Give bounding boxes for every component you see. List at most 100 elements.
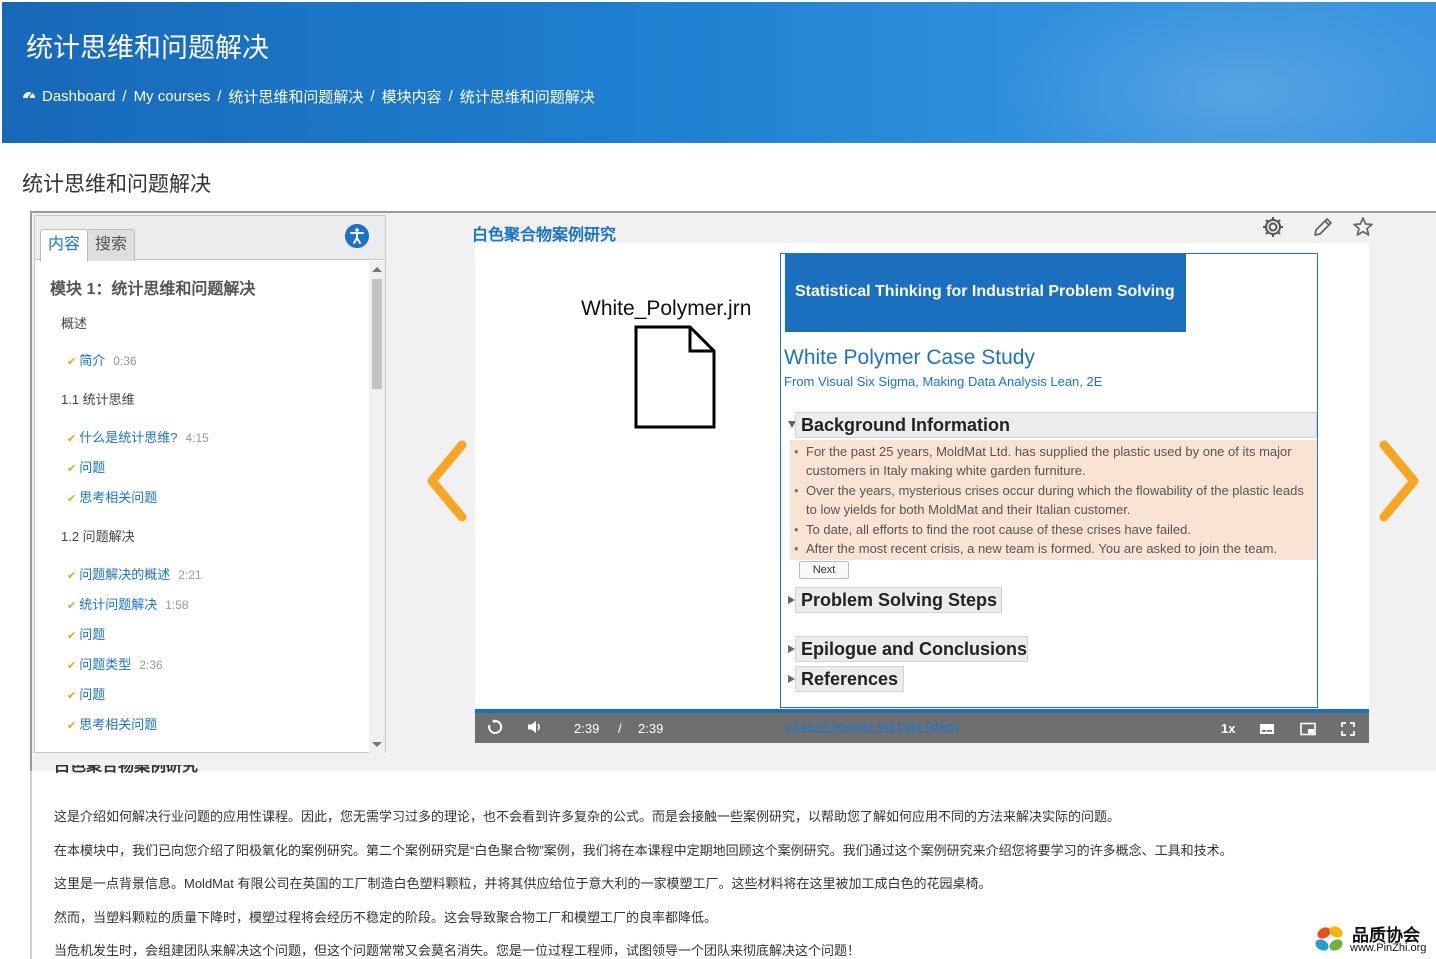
outline-link[interactable]: 问题 [79,687,105,702]
course-title: 统计思维和问题解决 [26,33,269,64]
current-time: 2:39 [574,721,600,736]
slide-title: 白色聚合物案例研究 [472,227,617,244]
outline-link[interactable]: 问题解决的概述 [79,567,170,582]
accessibility-icon[interactable] [345,224,369,248]
list-item[interactable]: ✔ 什么是统计思维? 4:15 [67,427,209,446]
next-button[interactable]: Next [799,561,849,579]
list-item: 概述 [61,313,87,332]
expand-icon[interactable] [788,645,795,653]
panel-tabbar: 内容 搜索 [35,216,385,262]
breadcrumb-my-courses[interactable]: My courses [134,88,211,105]
content-divider [30,771,32,959]
outline-link[interactable]: 问题 [79,460,105,475]
gear-icon[interactable] [1261,215,1285,239]
breadcrumb-dashboard[interactable]: Dashboard [42,88,115,105]
breadcrumb-separator: / [122,88,127,105]
next-slide-icon[interactable] [1374,439,1424,523]
breadcrumb-current[interactable]: 统计思维和问题解决 [460,86,595,107]
check-icon: ✔ [67,356,77,368]
list-item: • Over the years, mysterious crises occur… [794,483,1304,517]
outline-link[interactable]: 思考相关问题 [79,490,157,505]
file-icon[interactable] [634,325,716,429]
expand-icon[interactable] [788,675,795,683]
check-icon: ✔ [67,600,77,612]
breadcrumb-separator: / [370,88,375,105]
module-title: 模块 1：统计思维和问题解决 [50,281,256,298]
outline-link[interactable]: 什么是统计思维? [79,430,177,445]
section-background[interactable]: Background Information [795,412,1317,438]
breadcrumb-module-content[interactable]: 模块内容 [382,86,442,107]
previous-slide-icon[interactable] [422,439,472,523]
outline-heading: 概述 [61,316,88,331]
outline-link[interactable]: 统计问题解决 [79,597,157,612]
scroll-up-icon[interactable] [372,267,382,272]
header-banner: 统计思维和问题解决 Dashboard / My courses / 统计思维和… [2,2,1436,143]
picture-in-picture-icon[interactable] [1300,722,1316,736]
volume-icon[interactable] [527,719,543,735]
pencil-icon[interactable] [1311,215,1335,239]
outline-link[interactable]: 问题类型 [79,657,131,672]
total-time: 2:39 [638,721,664,736]
list-item: • For the past 25 years, MoldMat Ltd. has… [794,444,1292,478]
list-item: 1.1 统计思维 [61,389,135,408]
list-item[interactable]: ✔ 思考相关问题 [67,714,157,733]
list-item: • To date, all efforts to find the root c… [794,522,1191,537]
file-name: White_Polymer.jrn [581,297,752,320]
description-heading: 白色聚合物案例研究 [54,765,199,775]
description-paragraph: 这里是一点背景信息。MoldMat 有限公司在英国的工厂制造白色塑料颗粒，并将其… [54,876,992,891]
list-item[interactable]: ✔ 简介 0:36 [67,350,137,369]
check-icon: ✔ [67,630,77,642]
list-item[interactable]: ✔ 思考相关问题 [67,487,157,506]
scroll-thumb[interactable] [372,279,382,389]
outline-heading: 1.1 统计思维 [61,392,135,407]
scroll-down-icon[interactable] [372,742,382,747]
list-item[interactable]: ✔ 问题 [67,624,105,643]
item-duration: 2:21 [178,568,202,582]
description-paragraph: 在本模块中，我们已向您介绍了阳极氧化的案例研究。第二个案例研究是“白色聚合物”案… [54,843,1233,858]
list-item[interactable]: ✔ 统计问题解决 1:58 [67,594,189,613]
captions-icon[interactable] [1259,722,1275,736]
list-item[interactable]: ✔ 问题 [67,457,105,476]
slide-stage: White_Polymer.jrn Statistical Thinking f… [475,243,1369,709]
tab-content[interactable]: 内容 [40,229,89,262]
speed-button[interactable]: 1x [1221,721,1235,736]
time-separator: / [618,721,622,736]
section-references[interactable]: References [795,666,904,692]
outline-link[interactable]: 问题 [79,627,105,642]
player-controls: 2:39 / 2:39 Close All (Reports and Data … [475,709,1369,743]
item-duration: 4:15 [185,431,209,445]
list-item: 1.2 问题解决 [61,526,135,545]
description-paragraph: 当危机发生时，会组建团队来解决这个问题，但这个问题常常又会莫名消失。您是一位过程… [54,943,861,958]
item-duration: 0:36 [113,354,137,368]
list-item[interactable]: ✔ 问题类型 2:36 [67,654,163,673]
breadcrumb: Dashboard / My courses / 统计思维和问题解决 / 模块内… [22,86,595,107]
description-paragraph: 这是介绍如何解决行业问题的应用性课程。因此，您无需学习过多的理论，也不会看到许多… [54,809,1121,824]
check-icon: ✔ [67,433,77,445]
outline-panel: 内容 搜索 模块 1：统计思维和问题解决 概述 ✔ 简介 0:36 1.1 统计思维… [34,215,386,753]
item-duration: 1:58 [165,598,189,612]
close-all-link[interactable]: Close All (Reports and Data Tables) [785,721,959,733]
doc-banner: Statistical Thinking for Industrial Prob… [785,254,1186,332]
outline-link[interactable]: 思考相关问题 [79,717,157,732]
fullscreen-icon[interactable] [1341,722,1355,736]
check-icon: ✔ [67,690,77,702]
watermark: 品质协会 www.PinZhi.org [1312,920,1436,959]
check-icon: ✔ [67,660,77,672]
breadcrumb-separator: / [217,88,222,105]
breadcrumb-course[interactable]: 统计思维和问题解决 [228,86,363,107]
replay-icon[interactable] [487,719,503,735]
expand-icon[interactable] [788,596,795,604]
doc-subtitle: From Visual Six Sigma, Making Data Analy… [784,374,1103,389]
list-item: • After the most recent crisis, a new tea… [794,541,1278,556]
list-item[interactable]: ✔ 问题 [67,684,105,703]
watermark-logo-icon [1315,926,1343,951]
check-icon: ✔ [67,570,77,582]
tab-search[interactable]: 搜索 [87,229,136,261]
outline-scrollbar[interactable] [369,261,385,753]
list-item[interactable]: ✔ 问题解决的概述 2:21 [67,564,202,583]
star-icon[interactable] [1351,215,1375,239]
check-icon: ✔ [67,720,77,732]
section-problem-solving-steps[interactable]: Problem Solving Steps [795,587,1002,613]
section-epilogue[interactable]: Epilogue and Conclusions [795,636,1028,662]
outline-link[interactable]: 简介 [79,353,105,368]
